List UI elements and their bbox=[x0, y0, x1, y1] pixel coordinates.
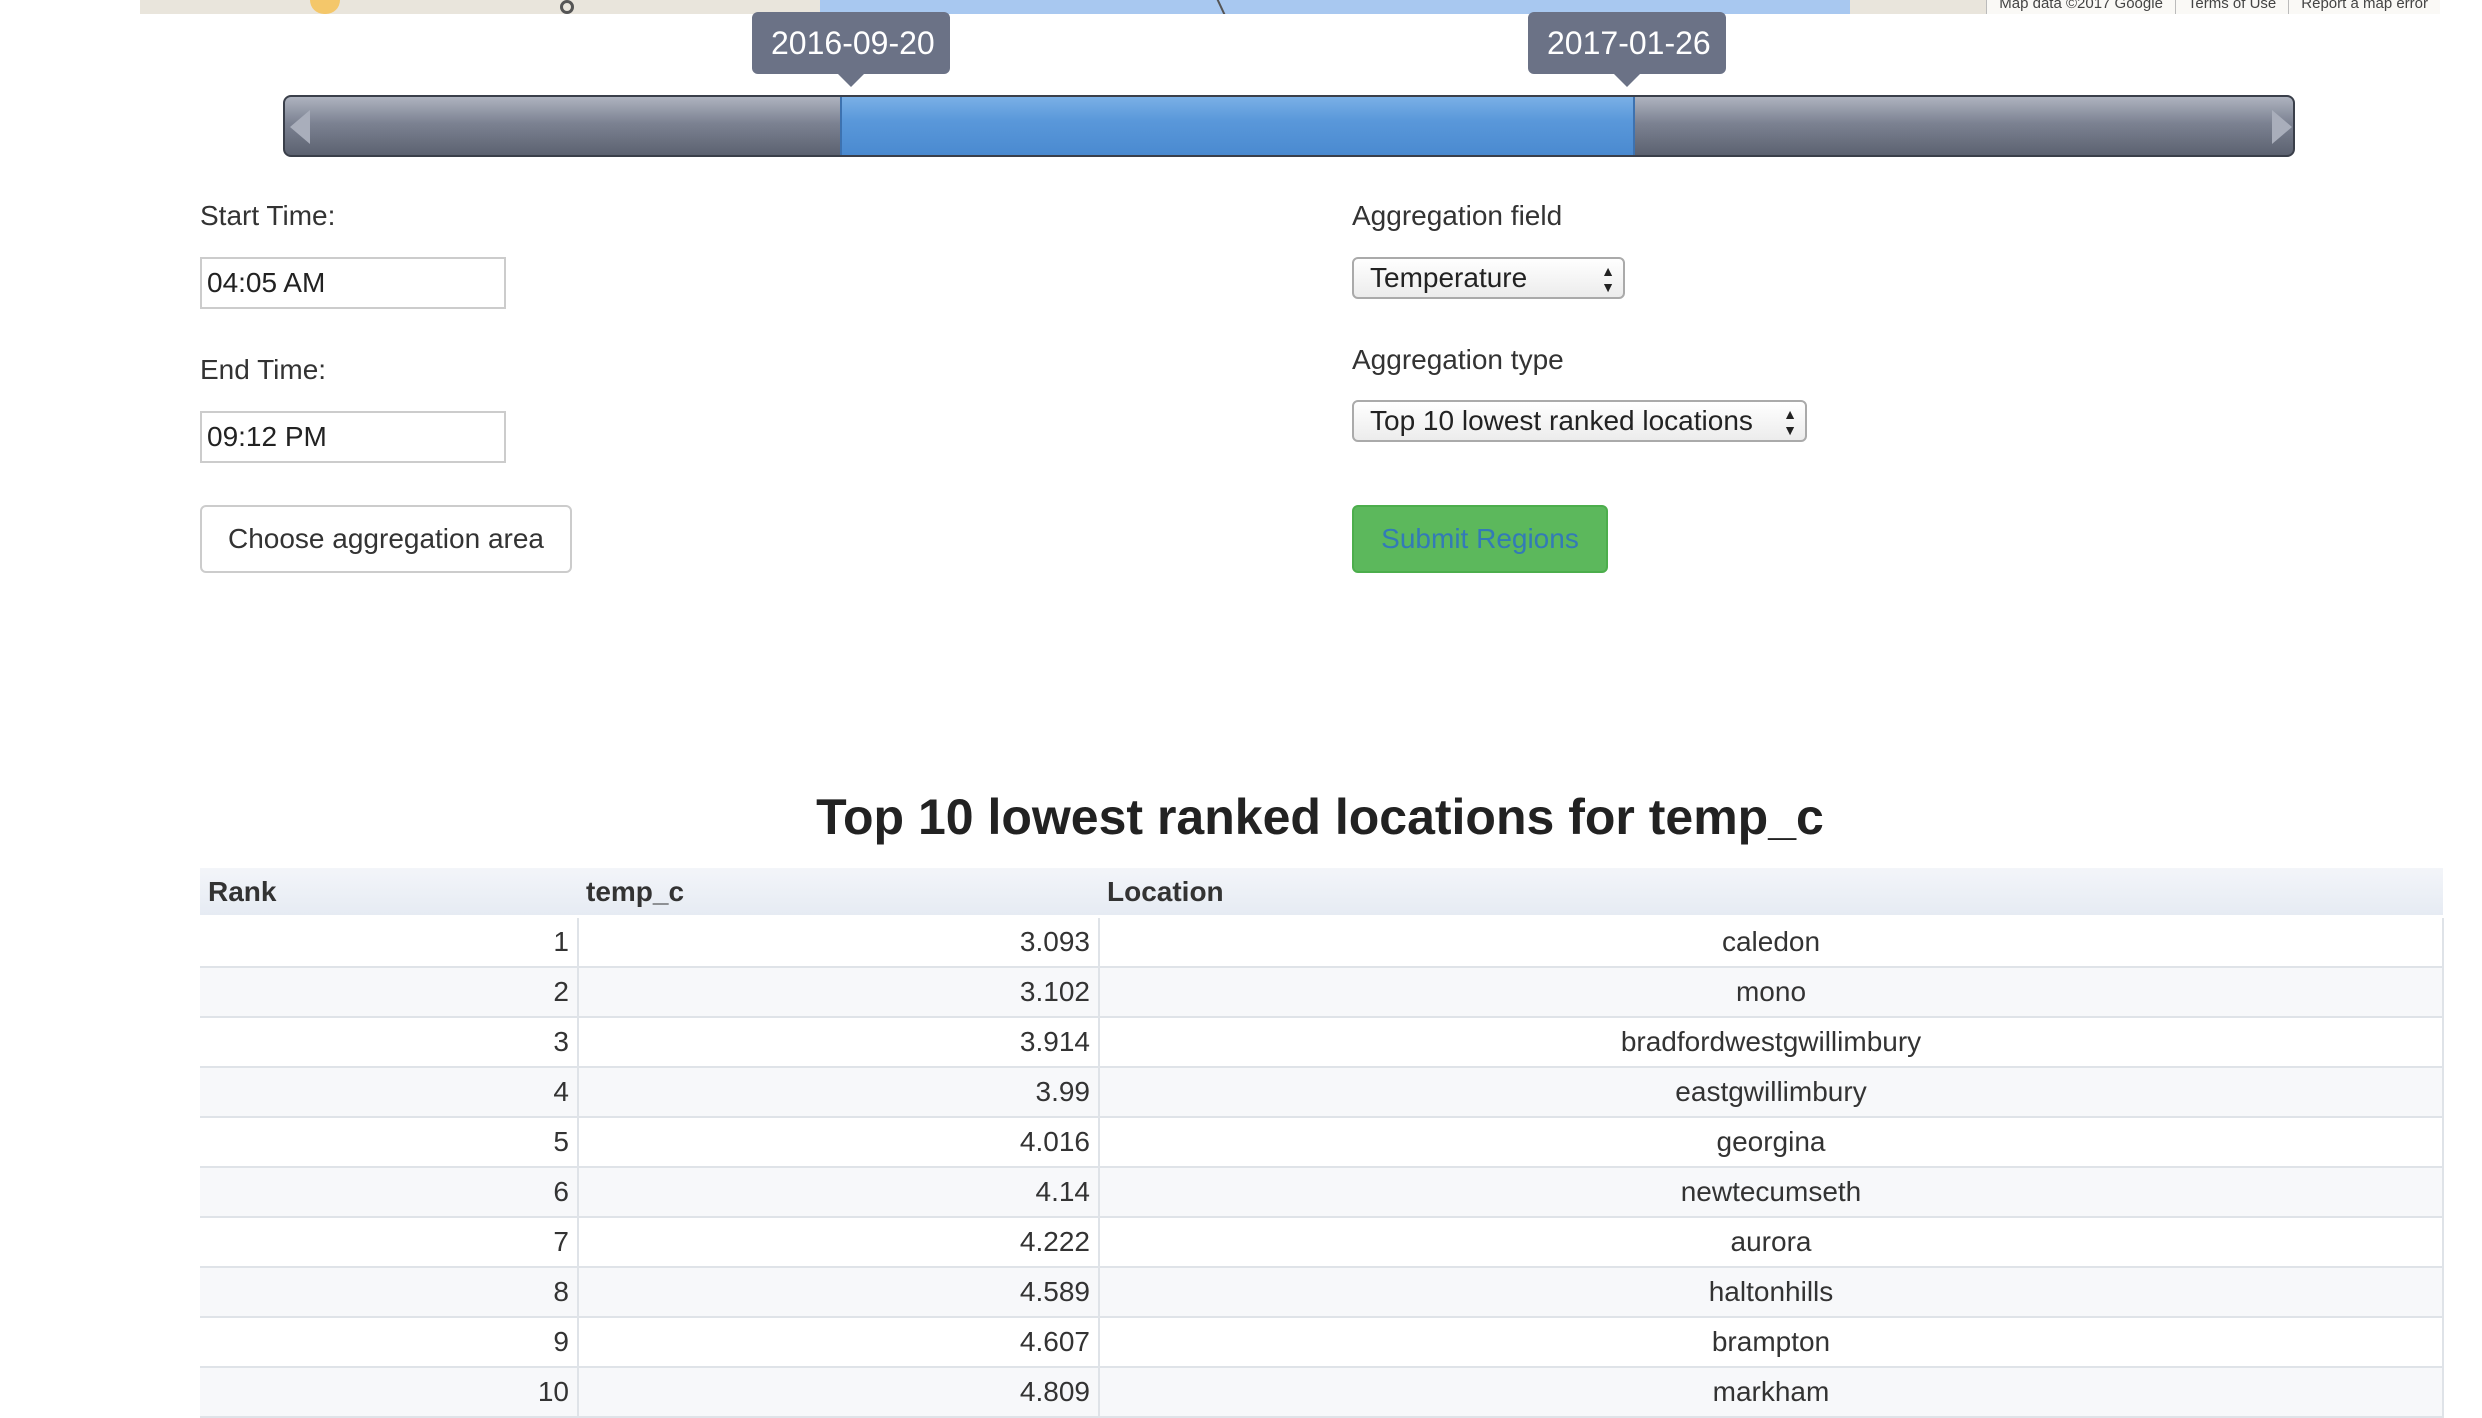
table-row: 4 3.99 eastgwillimbury bbox=[200, 1067, 2444, 1118]
rank-cell: 10 bbox=[200, 1367, 579, 1418]
start-time-label: Start Time: bbox=[200, 200, 336, 231]
start-time-input[interactable]: 04:05 AM bbox=[200, 257, 506, 309]
location-cell: caledon bbox=[1099, 916, 2444, 968]
table-row: 2 3.102 mono bbox=[200, 967, 2444, 1018]
location-cell: haltonhills bbox=[1099, 1267, 2444, 1318]
temp-cell: 3.99 bbox=[578, 1067, 1100, 1118]
rank-cell: 1 bbox=[200, 916, 579, 968]
choose-aggregation-area-button[interactable]: Choose aggregation area bbox=[200, 505, 572, 573]
end-time-input[interactable]: 09:12 PM bbox=[200, 411, 506, 463]
map-view[interactable]: Map data ©2017 Google Terms of Use Repor… bbox=[140, 0, 2440, 14]
aggregation-type-label: Aggregation type bbox=[1352, 344, 1564, 375]
column-header-rank[interactable]: Rank bbox=[200, 868, 578, 918]
map-data-attribution: Map data ©2017 Google bbox=[1986, 0, 2175, 14]
map-road bbox=[310, 0, 340, 14]
table-row: 8 4.589 haltonhills bbox=[200, 1267, 2444, 1318]
temp-cell: 3.102 bbox=[578, 967, 1100, 1018]
temp-cell: 3.093 bbox=[578, 916, 1100, 968]
aggregation-field-value: Temperature bbox=[1370, 262, 1528, 293]
select-arrows-icon: ▲ ▼ bbox=[1601, 263, 1615, 295]
rank-cell: 8 bbox=[200, 1267, 579, 1318]
end-time-label: End Time: bbox=[200, 354, 327, 385]
map-marker bbox=[560, 0, 574, 14]
table-row: 5 4.016 georgina bbox=[200, 1117, 2444, 1168]
temp-cell: 4.589 bbox=[578, 1267, 1100, 1318]
slider-start-handle-label[interactable]: 2016-09-20 bbox=[752, 12, 950, 87]
rank-cell: 7 bbox=[200, 1217, 579, 1268]
column-header-temp[interactable]: temp_c bbox=[578, 868, 1099, 918]
aggregation-type-value: Top 10 lowest ranked locations bbox=[1370, 405, 1753, 436]
table-row: 7 4.222 aurora bbox=[200, 1217, 2444, 1268]
aggregation-field-label: Aggregation field bbox=[1352, 200, 1563, 231]
table-row: 3 3.914 bradfordwestgwillimbury bbox=[200, 1017, 2444, 1068]
location-cell: georgina bbox=[1099, 1117, 2444, 1168]
results-title: Top 10 lowest ranked locations for temp_… bbox=[816, 789, 1824, 845]
location-cell: bradfordwestgwillimbury bbox=[1099, 1017, 2444, 1068]
table-row: 9 4.607 brampton bbox=[200, 1317, 2444, 1368]
location-cell: newtecumseth bbox=[1099, 1167, 2444, 1218]
table-row: 6 4.14 newtecumseth bbox=[200, 1167, 2444, 1218]
map-terms-link[interactable]: Terms of Use bbox=[2174, 0, 2288, 14]
column-header-location[interactable]: Location bbox=[1099, 868, 2443, 918]
aggregation-field-select[interactable]: Temperature ▲ ▼ bbox=[1352, 257, 1625, 299]
temp-cell: 3.914 bbox=[578, 1017, 1100, 1068]
slider-selected-range[interactable] bbox=[840, 97, 1635, 155]
select-arrows-icon: ▲ ▼ bbox=[1783, 406, 1797, 438]
rank-cell: 9 bbox=[200, 1317, 579, 1368]
temp-cell: 4.016 bbox=[578, 1117, 1100, 1168]
rank-cell: 4 bbox=[200, 1067, 579, 1118]
location-cell: markham bbox=[1099, 1367, 2444, 1418]
slider-left-arrow-icon[interactable] bbox=[290, 110, 310, 144]
table-header-row: Rank temp_c Location bbox=[200, 868, 2443, 918]
submit-regions-button[interactable]: Submit Regions bbox=[1352, 505, 1608, 573]
location-cell: eastgwillimbury bbox=[1099, 1067, 2444, 1118]
rank-cell: 5 bbox=[200, 1117, 579, 1168]
results-table: Rank temp_c Location 1 3.093 caledon 2 3… bbox=[200, 868, 2444, 1418]
location-cell: aurora bbox=[1099, 1217, 2444, 1268]
location-cell: brampton bbox=[1099, 1317, 2444, 1368]
slider-end-handle-label[interactable]: 2017-01-26 bbox=[1528, 12, 1726, 87]
temp-cell: 4.14 bbox=[578, 1167, 1100, 1218]
location-cell: mono bbox=[1099, 967, 2444, 1018]
temp-cell: 4.809 bbox=[578, 1367, 1100, 1418]
rank-cell: 3 bbox=[200, 1017, 579, 1068]
rank-cell: 6 bbox=[200, 1167, 579, 1218]
temp-cell: 4.222 bbox=[578, 1217, 1100, 1268]
slider-right-arrow-icon[interactable] bbox=[2272, 110, 2292, 144]
table-row: 10 4.809 markham bbox=[200, 1367, 2444, 1418]
table-row: 1 3.093 caledon bbox=[200, 916, 2444, 968]
map-attribution: Map data ©2017 Google Terms of Use Repor… bbox=[1986, 0, 2440, 14]
map-report-error-link[interactable]: Report a map error bbox=[2288, 0, 2440, 14]
aggregation-type-select[interactable]: Top 10 lowest ranked locations ▲ ▼ bbox=[1352, 400, 1807, 442]
rank-cell: 2 bbox=[200, 967, 579, 1018]
temp-cell: 4.607 bbox=[578, 1317, 1100, 1368]
